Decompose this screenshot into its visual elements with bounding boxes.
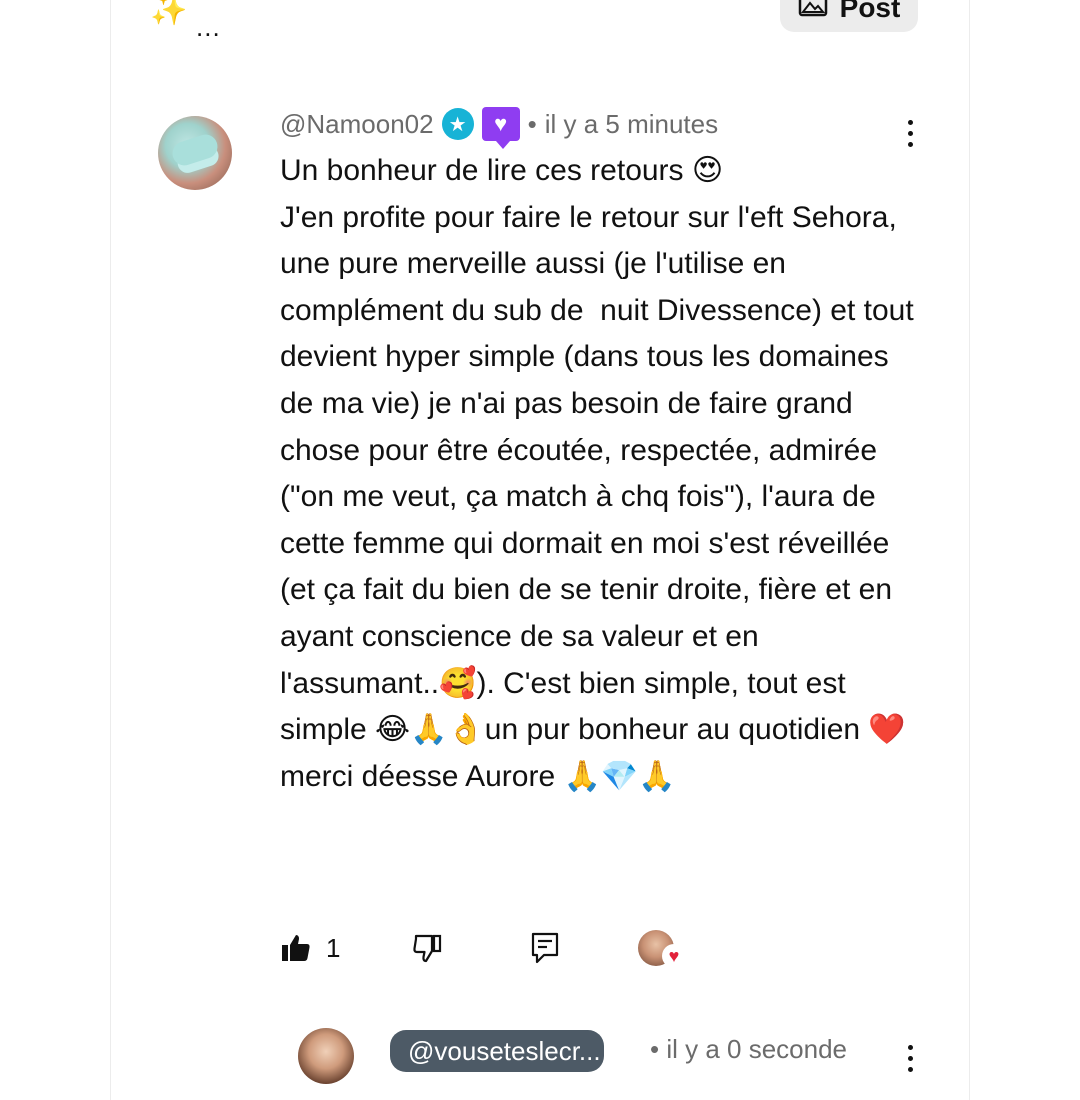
creator-avatar: ♥ bbox=[638, 930, 686, 968]
sparkles-emoji: ✨ bbox=[150, 0, 188, 27]
mention-chip[interactable]: @vouseteslecr... bbox=[390, 1030, 604, 1072]
thumbs-down-icon bbox=[413, 934, 442, 963]
heart-badge-icon: ♥ bbox=[481, 107, 520, 149]
avatar[interactable] bbox=[158, 116, 232, 190]
like-button[interactable] bbox=[280, 928, 312, 968]
comment-timestamp: il y a 5 minutes bbox=[544, 108, 719, 139]
reply-button[interactable] bbox=[530, 928, 560, 968]
more-options-icon[interactable] bbox=[904, 120, 916, 147]
post-button[interactable]: Post bbox=[780, 0, 918, 32]
comment-text: Un bonheur de lire ces retours 😍 J'en pr… bbox=[280, 154, 914, 793]
reply-comment-icon bbox=[531, 932, 559, 964]
previous-comment-fragment: ✨ ... bbox=[150, 0, 220, 40]
username[interactable]: @Namoon02 bbox=[280, 109, 434, 140]
star-badge-icon: ★ bbox=[441, 108, 474, 140]
comment-meta: @Namoon02 ★ ♥ • il y a 5 minutes bbox=[280, 104, 719, 149]
reply-avatar[interactable] bbox=[298, 1028, 354, 1084]
separator-dot: • bbox=[650, 1034, 660, 1064]
reply-time-label: il y a 0 seconde bbox=[666, 1034, 848, 1064]
ellipsis: ... bbox=[196, 12, 221, 42]
like-count: 1 bbox=[326, 932, 341, 963]
reply-more-options-icon[interactable] bbox=[904, 1045, 916, 1072]
separator-dot: • bbox=[527, 108, 537, 139]
reply-timestamp: • il y a 0 seconde bbox=[650, 1034, 847, 1065]
creator-heart-badge: ♥ bbox=[638, 928, 686, 968]
post-button-label: Post bbox=[839, 0, 901, 23]
thumbs-up-icon bbox=[282, 935, 310, 961]
dislike-button[interactable] bbox=[412, 928, 444, 968]
heart-icon: ♥ bbox=[662, 944, 686, 968]
image-icon bbox=[798, 0, 828, 24]
